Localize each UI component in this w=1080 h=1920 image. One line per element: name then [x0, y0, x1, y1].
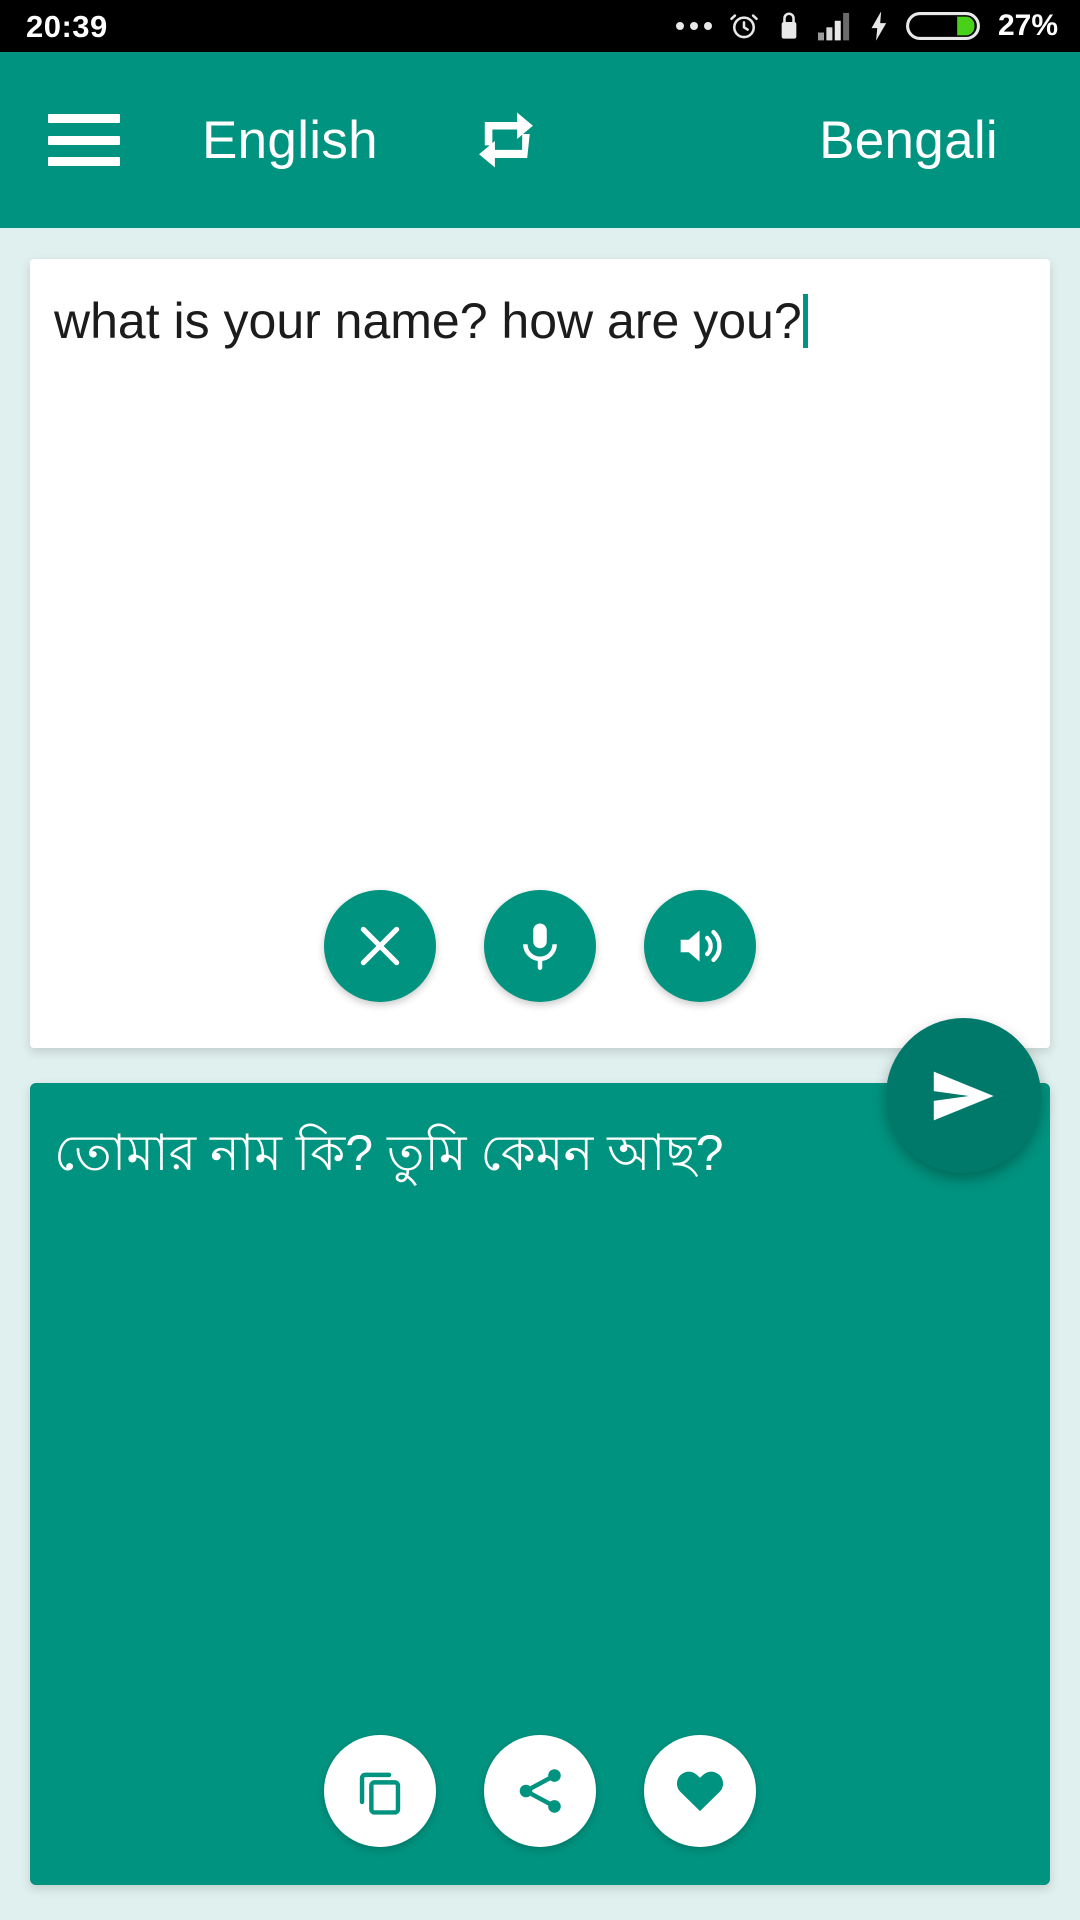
source-language-label[interactable]: English: [202, 110, 378, 171]
alarm-icon: [730, 14, 758, 39]
copy-icon: [359, 1772, 401, 1815]
microphone-icon: [523, 923, 557, 970]
mic-button[interactable]: [484, 890, 596, 1002]
hamburger-menu-icon[interactable]: [48, 114, 120, 166]
battery-percent-label: 27%: [997, 9, 1058, 42]
send-button[interactable]: [886, 1018, 1041, 1173]
clear-button[interactable]: [324, 890, 436, 1002]
status-bar-clock: 20:39: [26, 8, 108, 44]
battery-icon: [905, 11, 980, 41]
share-icon: [519, 1769, 561, 1813]
status-bar: 20:39 27%: [0, 0, 1080, 52]
target-language-label[interactable]: Bengali: [819, 110, 998, 171]
output-actions: [30, 1735, 1050, 1847]
heart-icon: [676, 1771, 724, 1812]
output-card: তোমার নাম কি? তুমি কেমন আছ?: [30, 1083, 1050, 1885]
charging-bolt-icon: [871, 11, 887, 41]
more-dots-icon: [675, 22, 712, 30]
app-bar: English Bengali: [0, 52, 1080, 228]
share-button[interactable]: [484, 1735, 596, 1847]
input-card: what is your name? how are you?: [30, 259, 1050, 1048]
source-text-input[interactable]: what is your name? how are you?: [54, 291, 1032, 352]
status-bar-icons: 27%: [675, 9, 1058, 43]
close-icon: [360, 926, 400, 966]
screen-lock-rotation-icon: [781, 12, 797, 39]
volume-up-icon: [680, 929, 722, 963]
translated-text: তোমার নাম কি? তুমি কেমন আছ?: [54, 1125, 724, 1181]
signal-bars-icon: [817, 12, 850, 41]
send-icon: [933, 1071, 994, 1120]
speak-button[interactable]: [644, 890, 756, 1002]
input-actions: [30, 890, 1050, 1002]
text-cursor: [802, 294, 808, 348]
favorite-button[interactable]: [644, 1735, 756, 1847]
source-text-value: what is your name? how are you?: [54, 293, 802, 349]
copy-button[interactable]: [324, 1735, 436, 1847]
swap-languages-icon[interactable]: [468, 102, 544, 178]
